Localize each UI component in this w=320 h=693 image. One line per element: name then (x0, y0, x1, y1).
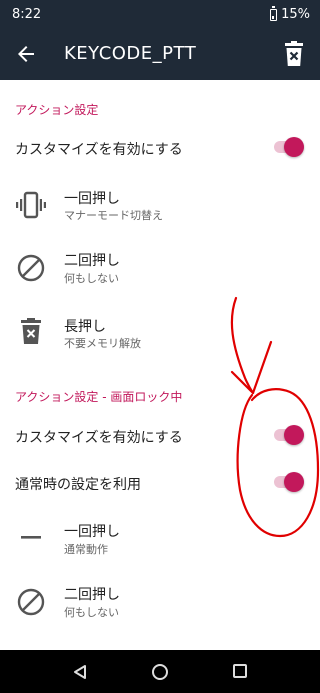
customize-toggle[interactable] (274, 137, 304, 157)
annotation-circle (236, 388, 320, 538)
use-normal-toggle[interactable] (274, 472, 304, 492)
lock-item-subtitle-double: 何もしない (64, 606, 119, 619)
battery-percent: 15% (281, 7, 310, 22)
minus-icon (21, 536, 41, 539)
nav-home-icon[interactable] (152, 664, 168, 680)
status-time: 8:22 (12, 7, 42, 22)
app-bar: KEYCODE_PTT (0, 30, 320, 80)
lock-item-title-double[interactable]: 二回押し (64, 584, 120, 604)
delete-icon[interactable] (282, 40, 306, 68)
annotation-arrow-shaft (230, 296, 255, 395)
customize-label: カスタマイズを有効にする (15, 142, 183, 158)
item-title-single[interactable]: 一回押し (64, 188, 120, 208)
lock-item-title-single[interactable]: 一回押し (64, 521, 120, 541)
vibrate-icon (16, 191, 46, 219)
battery-icon (270, 5, 278, 21)
item-title-double[interactable]: 二回押し (64, 250, 120, 270)
annotation-arrow-head (230, 340, 273, 395)
nav-recents-icon[interactable] (233, 664, 247, 678)
back-arrow-icon[interactable] (14, 42, 38, 66)
section-header-action: アクション設定 (15, 103, 99, 117)
status-bar: 8:22 15% (0, 0, 320, 30)
item-subtitle-double: 何もしない (64, 272, 119, 285)
nav-back-icon[interactable] (72, 664, 88, 680)
section-header-lock: アクション設定 - 画面ロック中 (15, 390, 183, 404)
battery-indicator: 15% (270, 5, 310, 22)
toggle-knob (284, 425, 304, 445)
toggle-knob (284, 472, 304, 492)
item-subtitle-long: 不要メモリ解放 (64, 337, 141, 350)
item-title-long[interactable]: 長押し (64, 316, 106, 336)
block-icon (17, 254, 45, 282)
block-icon (17, 588, 45, 616)
page-title: KEYCODE_PTT (64, 43, 197, 64)
toggle-knob (284, 137, 304, 157)
use-normal-label: 通常時の設定を利用 (15, 477, 141, 493)
lock-customize-label: カスタマイズを有効にする (15, 430, 183, 446)
navigation-bar (0, 650, 320, 693)
item-subtitle-single: マナーモード切替え (64, 209, 163, 222)
lock-item-subtitle-single: 通常動作 (64, 543, 108, 556)
trash-icon (21, 318, 41, 344)
lock-customize-toggle[interactable] (274, 425, 304, 445)
